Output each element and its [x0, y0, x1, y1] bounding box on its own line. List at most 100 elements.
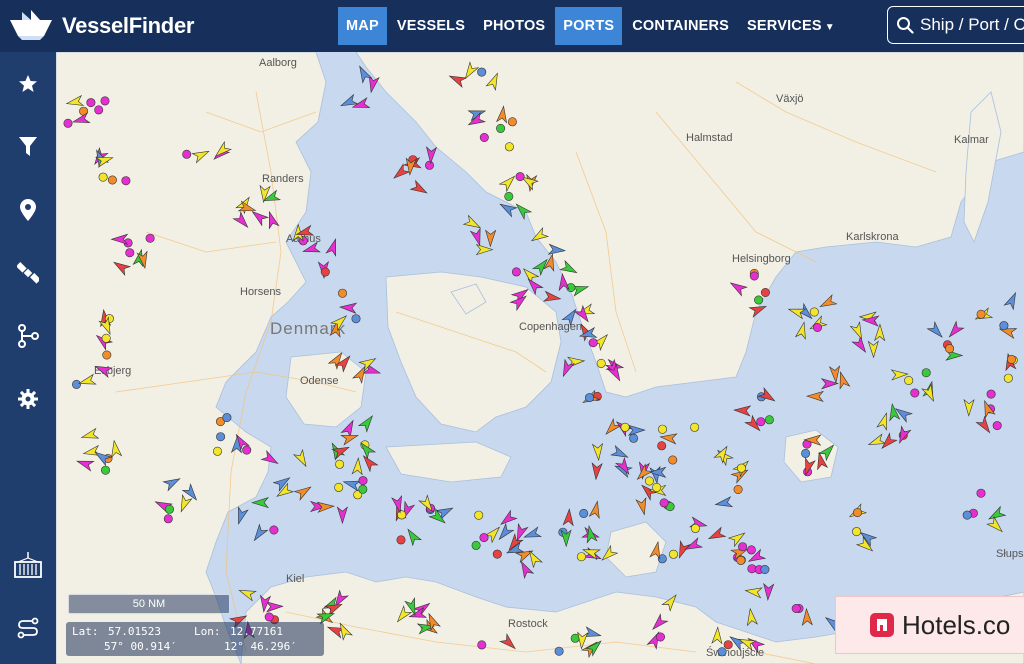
moored-vessel-marker[interactable] — [213, 446, 223, 456]
moored-vessel-marker[interactable] — [477, 67, 487, 77]
route-planner-button[interactable] — [8, 608, 48, 648]
moored-vessel-marker[interactable] — [921, 368, 931, 378]
moored-vessel-marker[interactable] — [736, 463, 746, 473]
moored-vessel-marker[interactable] — [760, 288, 770, 298]
nav-ports[interactable]: PORTS — [555, 7, 623, 45]
moored-vessel-marker[interactable] — [125, 248, 135, 258]
moored-vessel-marker[interactable] — [809, 307, 819, 317]
moored-vessel-marker[interactable] — [396, 535, 406, 545]
moored-vessel-marker[interactable] — [504, 191, 514, 201]
moored-vessel-marker[interactable] — [554, 646, 564, 656]
moored-vessel-marker[interactable] — [910, 388, 920, 398]
favorites-button[interactable] — [8, 64, 48, 104]
moored-vessel-marker[interactable] — [102, 350, 112, 360]
moored-vessel-marker[interactable] — [337, 288, 347, 298]
moored-vessel-marker[interactable] — [121, 176, 131, 186]
moored-vessel-marker[interactable] — [657, 424, 667, 434]
nav-containers[interactable]: CONTAINERS — [624, 7, 737, 45]
moored-vessel-marker[interactable] — [242, 445, 252, 455]
moored-vessel-marker[interactable] — [492, 549, 502, 559]
moored-vessel-marker[interactable] — [659, 498, 669, 508]
moored-vessel-marker[interactable] — [746, 545, 756, 555]
moored-vessel-marker[interactable] — [182, 149, 192, 159]
satellite-button[interactable] — [8, 253, 48, 293]
moored-vessel-marker[interactable] — [690, 422, 700, 432]
moored-vessel-marker[interactable] — [504, 142, 514, 152]
moored-vessel-marker[interactable] — [63, 118, 73, 128]
moored-vessel-marker[interactable] — [904, 375, 914, 385]
moored-vessel-marker[interactable] — [668, 549, 678, 559]
moored-vessel-marker[interactable] — [334, 482, 344, 492]
moored-vessel-marker[interactable] — [165, 504, 175, 514]
settings-button[interactable] — [8, 379, 48, 419]
search-input[interactable]: Ship / Port / Co — [887, 6, 1024, 44]
moored-vessel-marker[interactable] — [657, 441, 667, 451]
moored-vessel-marker[interactable] — [756, 417, 766, 427]
moored-vessel-marker[interactable] — [222, 413, 232, 423]
moored-vessel-marker[interactable] — [976, 309, 986, 319]
routes-button[interactable] — [8, 316, 48, 356]
moored-vessel-marker[interactable] — [264, 612, 274, 622]
moored-vessel-marker[interactable] — [479, 133, 489, 143]
moored-vessel-marker[interactable] — [1006, 354, 1016, 364]
moored-vessel-marker[interactable] — [100, 96, 110, 106]
moored-vessel-marker[interactable] — [98, 172, 108, 182]
moored-vessel-marker[interactable] — [644, 476, 654, 486]
moored-vessel-marker[interactable] — [94, 105, 104, 115]
moored-vessel-marker[interactable] — [507, 117, 517, 127]
containers-button[interactable] — [8, 545, 48, 585]
moored-vessel-marker[interactable] — [86, 98, 96, 108]
moored-vessel-marker[interactable] — [216, 432, 226, 442]
moored-vessel-marker[interactable] — [477, 640, 487, 650]
moored-vessel-marker[interactable] — [163, 514, 173, 524]
moored-vessel-marker[interactable] — [986, 389, 996, 399]
moored-vessel-marker[interactable] — [962, 510, 972, 520]
moored-vessel-marker[interactable] — [723, 640, 733, 650]
moored-vessel-marker[interactable] — [764, 415, 774, 425]
moored-vessel-marker[interactable] — [754, 295, 764, 305]
moored-vessel-marker[interactable] — [424, 160, 434, 170]
nav-map[interactable]: MAP — [338, 7, 387, 45]
map-canvas[interactable]: AalborgRandersAarhusHorsensDenmarkEsbjer… — [56, 52, 1024, 664]
moored-vessel-marker[interactable] — [335, 459, 345, 469]
moored-vessel-marker[interactable] — [145, 233, 155, 243]
moored-vessel-marker[interactable] — [71, 379, 81, 389]
moored-vessel-marker[interactable] — [596, 358, 606, 368]
moored-vessel-marker[interactable] — [1003, 373, 1013, 383]
moored-vessel-marker[interactable] — [945, 344, 955, 354]
moored-vessel-marker[interactable] — [576, 552, 586, 562]
moored-vessel-marker[interactable] — [668, 455, 678, 465]
moored-vessel-marker[interactable] — [852, 508, 862, 518]
moored-vessel-marker[interactable] — [801, 448, 811, 458]
ad-banner[interactable]: Hotels.co — [835, 596, 1024, 654]
map-view[interactable]: AalborgRandersAarhusHorsensDenmarkEsbjer… — [56, 52, 1024, 664]
moored-vessel-marker[interactable] — [101, 333, 111, 343]
moored-vessel-marker[interactable] — [479, 533, 489, 543]
moored-vessel-marker[interactable] — [733, 484, 743, 494]
moored-vessel-marker[interactable] — [474, 510, 484, 520]
moored-vessel-marker[interactable] — [351, 314, 361, 324]
logo[interactable]: VesselFinder — [8, 10, 194, 42]
locations-button[interactable] — [8, 190, 48, 230]
moored-vessel-marker[interactable] — [738, 542, 748, 552]
moored-vessel-marker[interactable] — [791, 603, 801, 613]
nav-photos[interactable]: PHOTOS — [475, 7, 553, 45]
moored-vessel-marker[interactable] — [812, 322, 822, 332]
moored-vessel-marker[interactable] — [749, 271, 759, 281]
moored-vessel-marker[interactable] — [629, 433, 639, 443]
moored-vessel-marker[interactable] — [107, 175, 117, 185]
moored-vessel-marker[interactable] — [992, 421, 1002, 431]
moored-vessel-marker[interactable] — [655, 632, 665, 642]
moored-vessel-marker[interactable] — [736, 555, 746, 565]
filter-button[interactable] — [8, 127, 48, 167]
nav-vessels[interactable]: VESSELS — [389, 7, 473, 45]
moored-vessel-marker[interactable] — [579, 508, 589, 518]
moored-vessel-marker[interactable] — [100, 465, 110, 475]
moored-vessel-marker[interactable] — [320, 267, 330, 277]
moored-vessel-marker[interactable] — [760, 564, 770, 574]
moored-vessel-marker[interactable] — [652, 482, 662, 492]
moored-vessel-marker[interactable] — [515, 172, 525, 182]
moored-vessel-marker[interactable] — [852, 527, 862, 537]
moored-vessel-marker[interactable] — [269, 525, 279, 535]
moored-vessel-marker[interactable] — [588, 338, 598, 348]
